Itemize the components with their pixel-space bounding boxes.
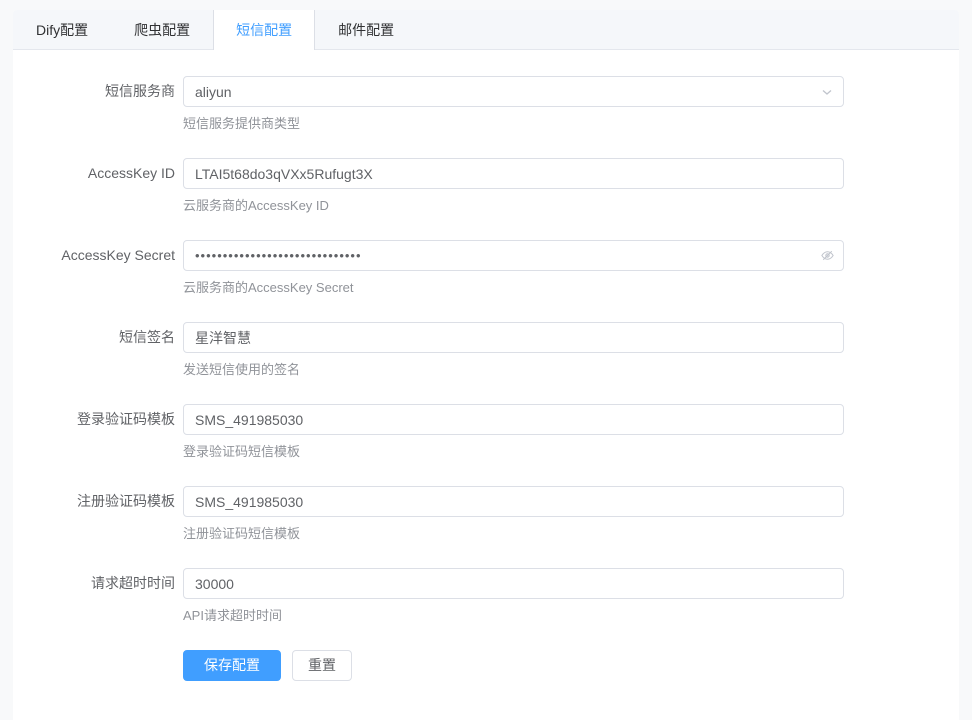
settings-card: Dify配置 爬虫配置 短信配置 邮件配置 短信服务商 短信服务提供商类型 Ac… bbox=[13, 10, 959, 720]
accesskey-secret-label: AccessKey Secret bbox=[13, 240, 175, 297]
tab-dify-config[interactable]: Dify配置 bbox=[13, 10, 111, 49]
field-register-code-template: 注册验证码模板 注册验证码短信模板 bbox=[13, 486, 959, 543]
tab-email-config[interactable]: 邮件配置 bbox=[315, 10, 417, 49]
sms-signature-input[interactable] bbox=[183, 322, 844, 353]
field-login-code-template: 登录验证码模板 登录验证码短信模板 bbox=[13, 404, 959, 461]
request-timeout-label: 请求超时时间 bbox=[13, 568, 175, 625]
field-sms-provider: 短信服务商 短信服务提供商类型 bbox=[13, 76, 959, 133]
sms-provider-select[interactable] bbox=[183, 76, 844, 107]
field-sms-signature: 短信签名 发送短信使用的签名 bbox=[13, 322, 959, 379]
accesskey-id-input[interactable] bbox=[183, 158, 844, 189]
form-actions: 保存配置 重置 bbox=[183, 650, 959, 681]
sms-signature-label: 短信签名 bbox=[13, 322, 175, 379]
sms-signature-hint: 发送短信使用的签名 bbox=[183, 361, 844, 379]
sms-provider-hint: 短信服务提供商类型 bbox=[183, 115, 844, 133]
login-code-template-hint: 登录验证码短信模板 bbox=[183, 443, 844, 461]
field-request-timeout: 请求超时时间 API请求超时时间 bbox=[13, 568, 959, 625]
request-timeout-input[interactable] bbox=[183, 568, 844, 599]
reset-button[interactable]: 重置 bbox=[292, 650, 352, 681]
accesskey-id-hint: 云服务商的AccessKey ID bbox=[183, 197, 844, 215]
sms-config-form: 短信服务商 短信服务提供商类型 AccessKey ID 云服务商的Access… bbox=[13, 50, 959, 681]
register-code-template-hint: 注册验证码短信模板 bbox=[183, 525, 844, 543]
register-code-template-input[interactable] bbox=[183, 486, 844, 517]
login-code-template-input[interactable] bbox=[183, 404, 844, 435]
accesskey-id-label: AccessKey ID bbox=[13, 158, 175, 215]
save-config-button[interactable]: 保存配置 bbox=[183, 650, 281, 681]
tab-bar: Dify配置 爬虫配置 短信配置 邮件配置 bbox=[13, 10, 959, 50]
field-accesskey-id: AccessKey ID 云服务商的AccessKey ID bbox=[13, 158, 959, 215]
register-code-template-label: 注册验证码模板 bbox=[13, 486, 175, 543]
tab-sms-config[interactable]: 短信配置 bbox=[213, 10, 315, 50]
eye-off-icon[interactable] bbox=[819, 248, 835, 264]
field-accesskey-secret: AccessKey Secret 云服务商的AccessKey Secret bbox=[13, 240, 959, 297]
accesskey-secret-input[interactable] bbox=[183, 240, 844, 271]
login-code-template-label: 登录验证码模板 bbox=[13, 404, 175, 461]
chevron-down-icon[interactable] bbox=[819, 84, 835, 100]
sms-provider-label: 短信服务商 bbox=[13, 76, 175, 133]
tab-crawler-config[interactable]: 爬虫配置 bbox=[111, 10, 213, 49]
request-timeout-hint: API请求超时时间 bbox=[183, 607, 844, 625]
accesskey-secret-hint: 云服务商的AccessKey Secret bbox=[183, 279, 844, 297]
